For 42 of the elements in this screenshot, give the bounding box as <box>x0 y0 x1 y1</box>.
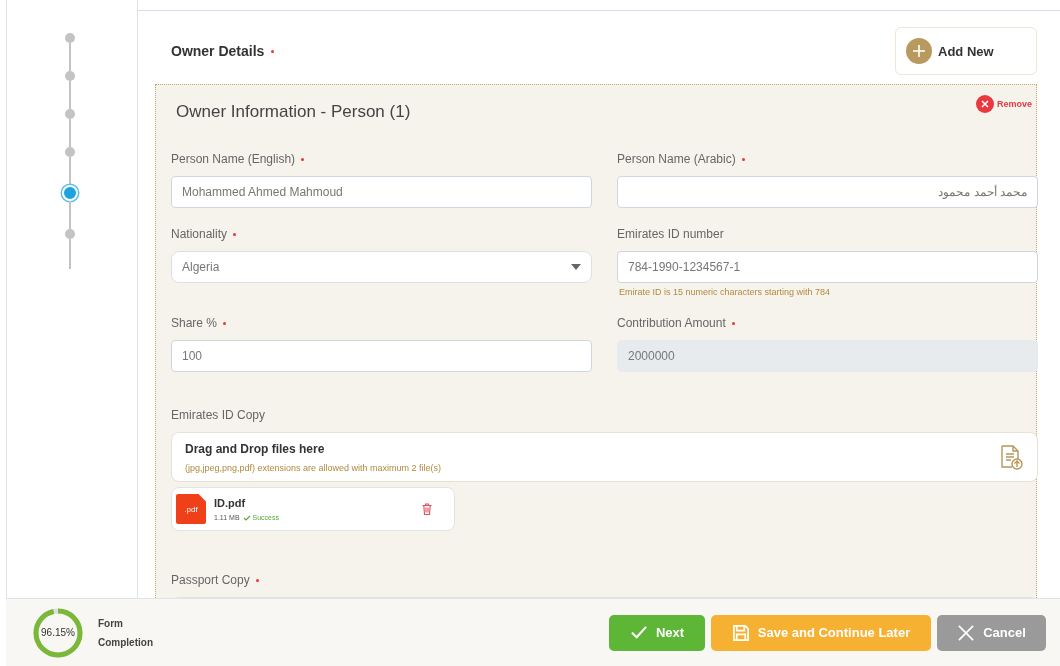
step-dot[interactable] <box>65 71 75 81</box>
card-title: Owner Information - Person (1) <box>176 102 411 122</box>
input-field[interactable]: Mohammed Ahmed Mahmoud <box>171 176 592 208</box>
plus-icon <box>906 38 932 64</box>
drop-zone-hint: (jpg,jpeg,png,pdf) extensions are allowed with maximum 2 file(s) <box>185 462 442 473</box>
remove-button[interactable]: Remove <box>976 95 1032 113</box>
close-icon <box>976 95 994 113</box>
close-icon <box>957 623 976 642</box>
step-dot[interactable] <box>65 33 75 43</box>
input-field[interactable]: محمد أحمد محمود <box>617 176 1038 208</box>
input-field[interactable]: 100 <box>171 340 592 372</box>
upload-label: Emirates ID Copy <box>171 408 266 422</box>
step-dot[interactable] <box>65 147 75 157</box>
progress-label: Form Completion <box>98 616 154 650</box>
field-label: Person Name (English) <box>171 152 296 166</box>
field-label: Contribution Amount <box>617 316 726 330</box>
dropdown-field[interactable]: Algeria <box>171 251 592 283</box>
input-field[interactable]: 2000000 <box>617 340 1038 372</box>
check-icon <box>629 623 648 642</box>
field-label: Nationality <box>171 227 228 241</box>
trash-icon[interactable] <box>422 503 432 515</box>
section-title: Owner Details <box>171 43 265 59</box>
caret-icon <box>571 264 581 270</box>
drop-zone[interactable]: Drag and Drop files here (jpg,jpeg,png,pdf) extensions are allowed with maximum 2 file(s) <box>171 432 1038 482</box>
pdf-file-icon: .pdf <box>176 494 206 524</box>
upload-label: Passport Copy <box>171 573 250 587</box>
cancel-button[interactable]: Cancel <box>937 614 1046 651</box>
input-field[interactable]: 784-1990-1234567-1 <box>617 251 1038 283</box>
step-dot[interactable] <box>65 229 75 239</box>
progress-reading: 96.15% <box>40 626 76 640</box>
drop-zone-title: Drag and Drop files here <box>185 441 326 456</box>
step-dot[interactable] <box>65 109 75 119</box>
next-button[interactable]: Next <box>609 614 705 651</box>
field-label: Emirates ID number <box>617 227 724 241</box>
field-label: Share % <box>171 316 218 330</box>
step-dot[interactable] <box>62 185 78 201</box>
check-icon <box>242 514 251 521</box>
field-label: Person Name (Arabic) <box>617 152 736 166</box>
add-new-button[interactable]: Add New <box>895 27 1037 75</box>
file-upload-icon <box>998 444 1024 470</box>
file-name: ID.pdf <box>214 497 247 509</box>
field-hint: Emirate ID is 15 numeric characters starting with 784 <box>619 287 832 297</box>
